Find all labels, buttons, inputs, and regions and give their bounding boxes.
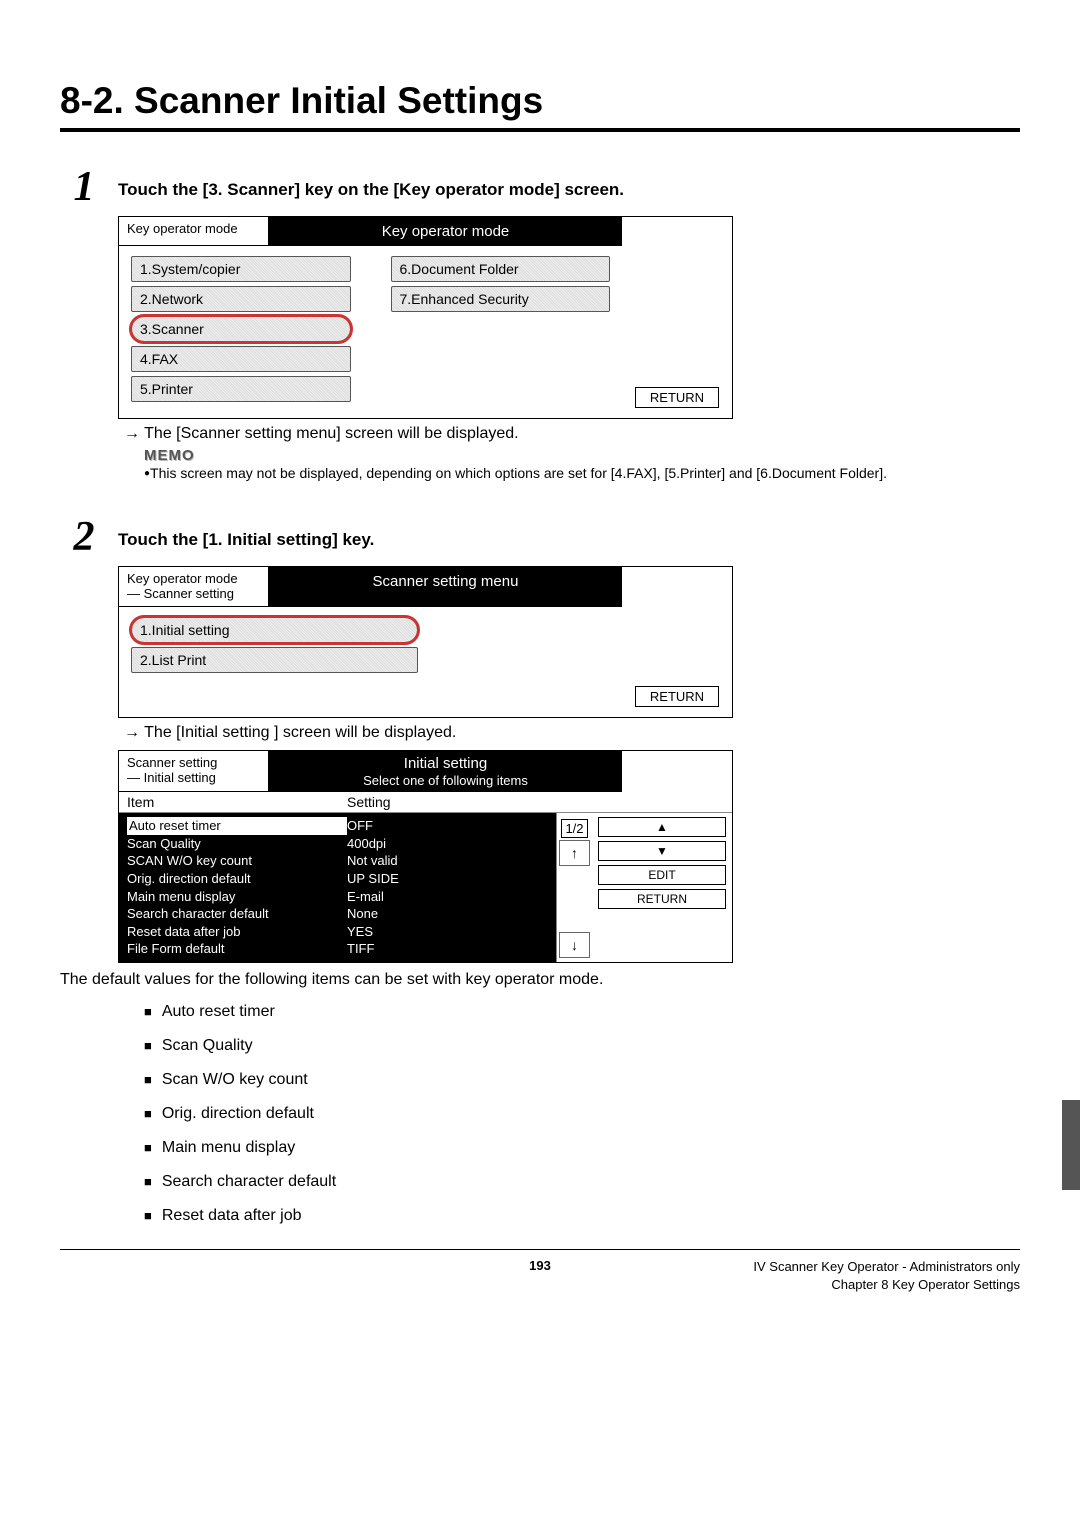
setting-value: TIFF — [347, 940, 374, 958]
settings-list: Auto reset timerOFFScan Quality400dpiSCA… — [119, 813, 556, 961]
col-header-setting: Setting — [347, 794, 391, 810]
list-item[interactable]: Reset data after jobYES — [127, 923, 548, 941]
menu-item-scanner[interactable]: 3.Scanner — [131, 316, 351, 342]
list-item[interactable]: Search character defaultNone — [127, 905, 548, 923]
title-rule — [60, 128, 1020, 132]
memo-label: MEMO — [144, 447, 1020, 464]
list-item: Scan W/O key count — [144, 1071, 1020, 1089]
page-footer: 193 IV Scanner Key Operator - Administra… — [60, 1249, 1020, 1294]
setting-value: OFF — [347, 817, 373, 835]
setting-value: Not valid — [347, 852, 398, 870]
setting-label: Search character default — [127, 905, 347, 923]
scroll-up-button[interactable]: ↑ — [559, 840, 590, 866]
menu-item-fax[interactable]: 4.FAX — [131, 346, 351, 372]
return-button[interactable]: RETURN — [635, 686, 719, 707]
section-title: 8-2. Scanner Initial Settings — [60, 80, 1020, 122]
breadcrumb-line1: Scanner setting — [127, 755, 260, 771]
return-button[interactable]: RETURN — [635, 387, 719, 408]
screen-title: Scanner setting menu — [269, 567, 622, 607]
nav-up-icon[interactable]: ▲ — [598, 817, 726, 837]
screenshot-key-operator-mode: Key operator mode Key operator mode 1.Sy… — [118, 216, 733, 419]
result-text-1: → The [Scanner setting menu] screen will… — [124, 425, 1020, 443]
defaults-intro: The default values for the following ite… — [60, 971, 1020, 989]
list-item[interactable]: Main menu displayE-mail — [127, 888, 548, 906]
setting-label: Auto reset timer — [127, 817, 347, 835]
step-text: Touch the [3. Scanner] key on the [Key o… — [118, 166, 624, 200]
list-item[interactable]: Orig. direction defaultUP SIDE — [127, 870, 548, 888]
setting-label: SCAN W/O key count — [127, 852, 347, 870]
setting-value: YES — [347, 923, 373, 941]
edit-button[interactable]: EDIT — [598, 865, 726, 885]
memo-body: This screen may not be displayed, depend… — [144, 464, 1020, 484]
list-item[interactable]: File Form defaultTIFF — [127, 940, 548, 958]
step-1: 1 Touch the [3. Scanner] key on the [Key… — [60, 166, 1020, 208]
list-item[interactable]: SCAN W/O key countNot valid — [127, 852, 548, 870]
screenshot-initial-setting: Scanner setting — Initial setting Initia… — [118, 750, 733, 963]
defaults-list: Auto reset timer Scan Quality Scan W/O key… — [144, 1003, 1020, 1225]
setting-label: Orig. direction default — [127, 870, 347, 888]
menu-item-document-folder[interactable]: 6.Document Folder — [391, 256, 611, 282]
footer-line1: IV Scanner Key Operator - Administrators… — [700, 1258, 1020, 1276]
list-item: Scan Quality — [144, 1037, 1020, 1055]
list-item: Search character default — [144, 1173, 1020, 1191]
scroll-down-button[interactable]: ↓ — [559, 932, 590, 958]
breadcrumb-line1: Key operator mode — [127, 571, 260, 587]
return-button[interactable]: RETURN — [598, 889, 726, 909]
screen-title: Key operator mode — [269, 217, 622, 246]
menu-item-list-print[interactable]: 2.List Print — [131, 647, 418, 673]
step-number: 1 — [60, 166, 108, 208]
menu-item-printer[interactable]: 5.Printer — [131, 376, 351, 402]
step-2: 2 Touch the [1. Initial setting] key. — [60, 516, 1020, 558]
setting-label: Scan Quality — [127, 835, 347, 853]
page-indicator: 1/2 — [561, 819, 588, 838]
screenshot-scanner-setting-menu: Key operator mode — Scanner setting Scan… — [118, 566, 733, 718]
memo-text: This screen may not be displayed, depend… — [144, 465, 887, 481]
menu-item-system-copier[interactable]: 1.System/copier — [131, 256, 351, 282]
menu-item-network[interactable]: 2.Network — [131, 286, 351, 312]
list-item[interactable]: Scan Quality400dpi — [127, 835, 548, 853]
setting-value: UP SIDE — [347, 870, 399, 888]
nav-down-icon[interactable]: ▼ — [598, 841, 726, 861]
list-item: Auto reset timer — [144, 1003, 1020, 1021]
setting-label: File Form default — [127, 940, 347, 958]
menu-item-initial-setting[interactable]: 1.Initial setting — [131, 617, 418, 643]
section-tab-marker — [1062, 1100, 1080, 1190]
setting-value: 400dpi — [347, 835, 386, 853]
list-item: Main menu display — [144, 1139, 1020, 1157]
footer-line2: Chapter 8 Key Operator Settings — [700, 1276, 1020, 1294]
menu-item-enhanced-security[interactable]: 7.Enhanced Security — [391, 286, 611, 312]
setting-value: None — [347, 905, 378, 923]
setting-label: Main menu display — [127, 888, 347, 906]
breadcrumb: Key operator mode — [119, 217, 269, 246]
list-item: Orig. direction default — [144, 1105, 1020, 1123]
list-item: Reset data after job — [144, 1207, 1020, 1225]
step-number: 2 — [60, 516, 108, 558]
step-text: Touch the [1. Initial setting] key. — [118, 516, 374, 550]
breadcrumb-line2: — Scanner setting — [127, 586, 260, 602]
screen-title: Initial setting — [269, 755, 622, 773]
breadcrumb-line2: — Initial setting — [127, 770, 260, 786]
setting-label: Reset data after job — [127, 923, 347, 941]
list-item[interactable]: Auto reset timerOFF — [127, 817, 548, 835]
col-header-item: Item — [127, 794, 347, 810]
screen-subtitle: Select one of following items — [269, 773, 622, 789]
setting-value: E-mail — [347, 888, 384, 906]
result-text-2: → The [Initial setting ] screen will be … — [124, 724, 1020, 742]
page-number: 193 — [380, 1258, 700, 1294]
